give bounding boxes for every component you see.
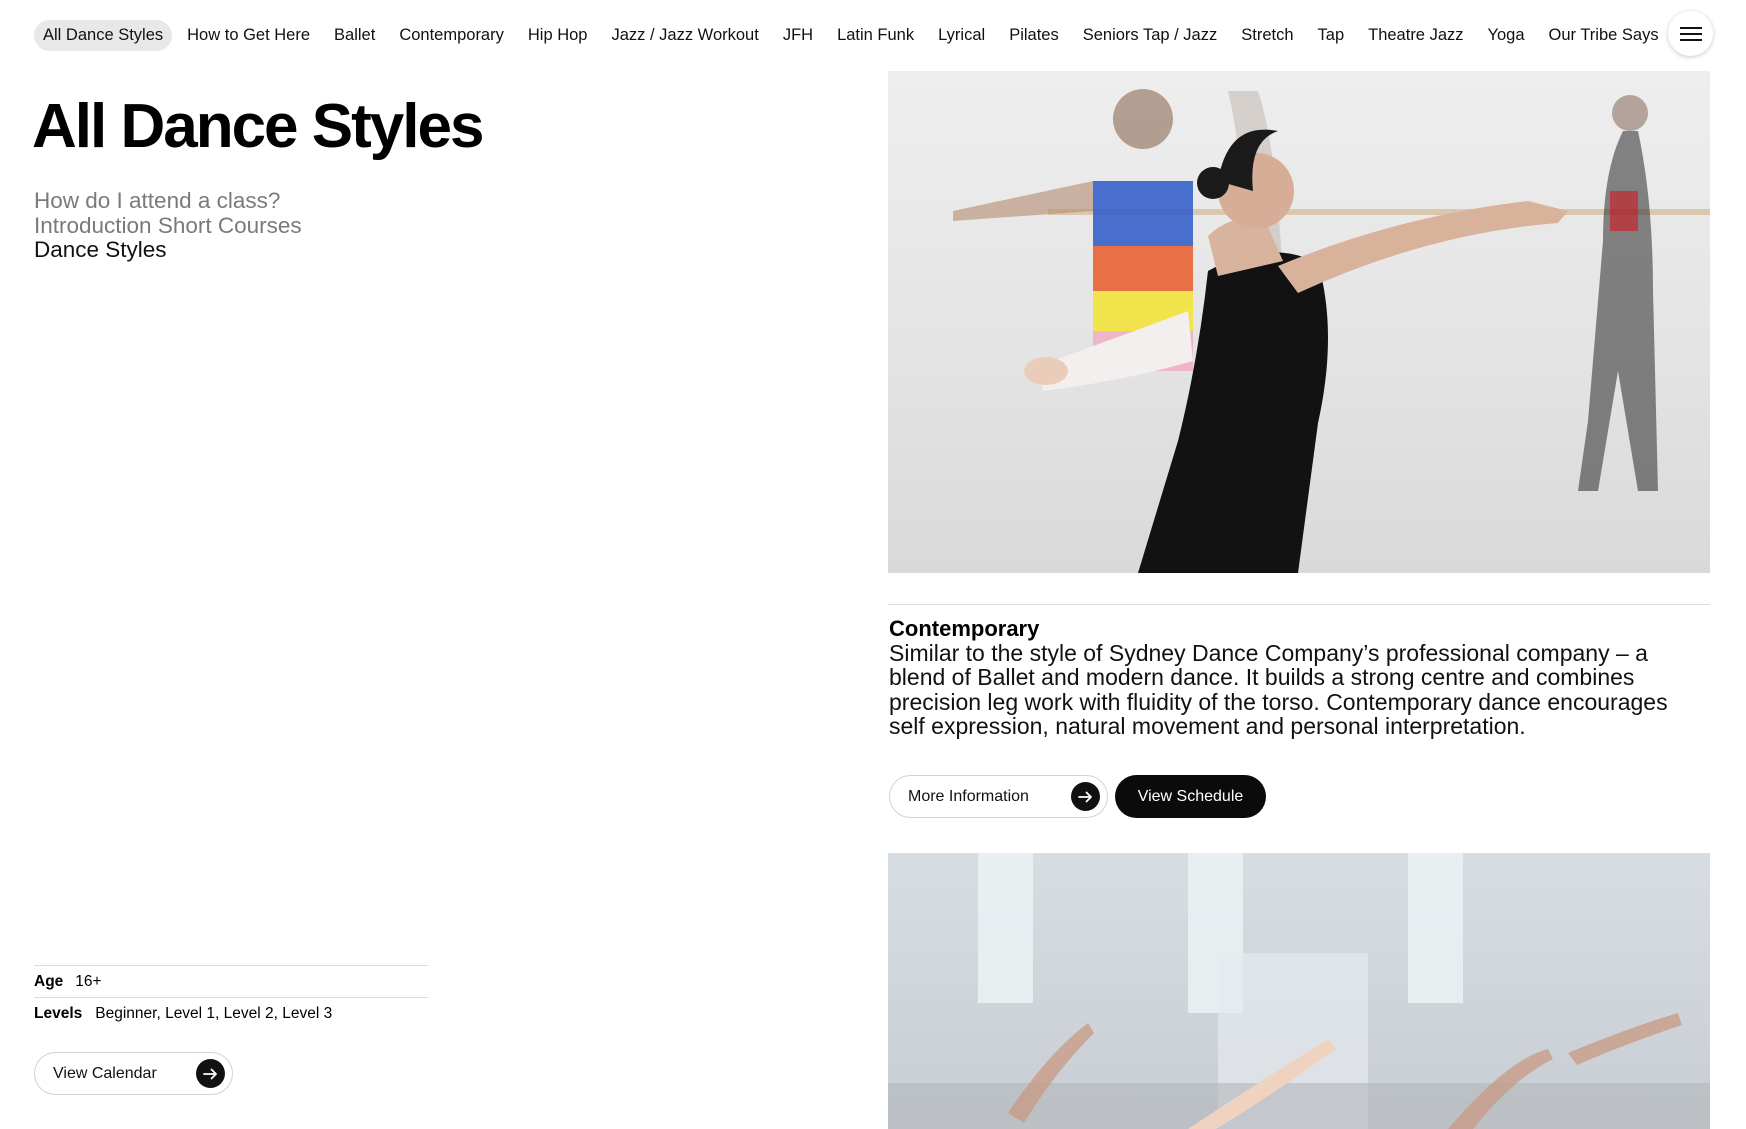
levels-value: Beginner, Level 1, Level 2, Level 3 <box>95 1004 333 1022</box>
subnav-item-attend-class[interactable]: How do I attend a class? <box>34 188 302 214</box>
nav-item-contemporary[interactable]: Contemporary <box>390 20 513 51</box>
age-label: Age <box>34 972 64 990</box>
subnav-item-short-courses[interactable]: Introduction Short Courses <box>34 213 302 239</box>
nav-item-seniors-tap-jazz[interactable]: Seniors Tap / Jazz <box>1074 20 1227 51</box>
page: All Dance Styles How to Get Here Ballet … <box>0 0 1746 1129</box>
arrow-right-icon <box>1071 782 1100 811</box>
section-divider <box>888 604 1710 605</box>
meta-row-levels: Levels Beginner, Level 1, Level 2, Level… <box>34 997 428 1029</box>
more-information-button[interactable]: More Information <box>889 775 1108 818</box>
meta-row-age: Age 16+ <box>34 965 428 997</box>
more-information-label: More Information <box>908 787 1029 805</box>
nav-item-theatre-jazz[interactable]: Theatre Jazz <box>1359 20 1472 51</box>
nav-item-our-tribe-says[interactable]: Our Tribe Says <box>1540 20 1668 51</box>
contemporary-dance-photo <box>888 71 1710 573</box>
nav-item-tap[interactable]: Tap <box>1309 20 1354 51</box>
section-subnav: How do I attend a class? Introduction Sh… <box>34 188 302 263</box>
nav-item-jfh[interactable]: JFH <box>774 20 822 51</box>
style-description: Similar to the style of Sydney Dance Com… <box>889 640 1668 739</box>
nav-item-how-to-get-here[interactable]: How to Get Here <box>178 20 319 51</box>
hamburger-menu-icon <box>1679 26 1702 42</box>
menu-button[interactable] <box>1668 11 1713 56</box>
nav-item-jazz-workout[interactable]: Jazz / Jazz Workout <box>602 20 767 51</box>
top-nav: All Dance Styles How to Get Here Ballet … <box>34 20 1668 51</box>
style-name: Contemporary <box>889 616 1040 641</box>
arrow-right-icon <box>196 1059 225 1088</box>
nav-item-all-dance-styles[interactable]: All Dance Styles <box>34 20 173 51</box>
class-meta: Age 16+ Levels Beginner, Level 1, Level … <box>34 965 428 1029</box>
nav-item-lyrical[interactable]: Lyrical <box>929 20 994 51</box>
subnav-item-dance-styles[interactable]: Dance Styles <box>34 237 302 263</box>
nav-item-latin-funk[interactable]: Latin Funk <box>828 20 923 51</box>
nav-item-pilates[interactable]: Pilates <box>1000 20 1068 51</box>
view-calendar-label: View Calendar <box>53 1064 157 1082</box>
nav-item-ballet[interactable]: Ballet <box>325 20 384 51</box>
page-title: All Dance Styles <box>32 92 484 161</box>
nav-item-stretch[interactable]: Stretch <box>1232 20 1302 51</box>
age-value: 16+ <box>75 972 102 990</box>
view-calendar-button[interactable]: View Calendar <box>34 1052 233 1095</box>
levels-label: Levels <box>34 1004 83 1022</box>
dance-class-photo <box>888 853 1710 1129</box>
nav-item-yoga[interactable]: Yoga <box>1479 20 1534 51</box>
view-schedule-button[interactable]: View Schedule <box>1115 775 1266 818</box>
nav-item-hip-hop[interactable]: Hip Hop <box>519 20 597 51</box>
